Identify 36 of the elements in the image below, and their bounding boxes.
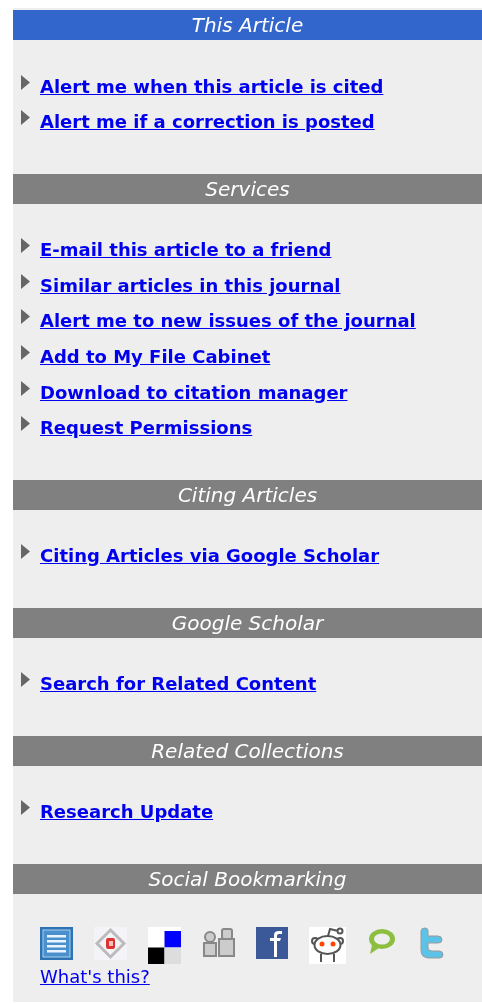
section-header: This Article xyxy=(13,10,482,40)
section-header: Citing Articles xyxy=(13,479,482,510)
robot-icon[interactable] xyxy=(309,926,346,964)
bullet-arrow-icon xyxy=(21,345,30,361)
help-link[interactable]: What's this? xyxy=(40,965,150,987)
link[interactable]: Download to citation manager xyxy=(40,381,348,403)
link[interactable]: Alert me if a correction is posted xyxy=(40,111,375,133)
diamond-badge-icon[interactable] xyxy=(94,926,127,960)
link[interactable]: Research Update xyxy=(40,801,214,823)
section-header: Services xyxy=(13,173,482,204)
section-header: Related Collections xyxy=(13,735,482,766)
bullet-arrow-icon xyxy=(21,309,30,325)
people-icon[interactable] xyxy=(202,926,235,957)
link[interactable]: Search for Related Content xyxy=(40,673,317,695)
link[interactable]: Request Permissions xyxy=(40,417,253,439)
link[interactable]: Add to My File Cabinet xyxy=(40,346,271,368)
link[interactable]: Similar articles in this journal xyxy=(40,274,341,296)
section-header: Social Bookmarking xyxy=(13,863,482,894)
bullet-arrow-icon xyxy=(21,273,30,289)
bullet-arrow-icon xyxy=(21,416,30,432)
link[interactable]: Alert me when this article is cited xyxy=(40,75,384,97)
bullet-arrow-icon xyxy=(21,110,30,126)
bullet-arrow-icon xyxy=(21,238,30,254)
social-logo-icon[interactable] xyxy=(256,926,288,959)
section-header: Google Scholar xyxy=(13,607,482,638)
link[interactable]: Alert me to new issues of the journal xyxy=(40,310,416,332)
bullet-arrow-icon xyxy=(21,74,30,90)
list-icon[interactable] xyxy=(40,926,73,960)
bird-icon[interactable] xyxy=(418,926,444,959)
link[interactable]: E-mail this article to a friend xyxy=(40,239,332,261)
bullet-arrow-icon xyxy=(21,380,30,396)
bullet-arrow-icon xyxy=(21,672,30,688)
bullet-arrow-icon xyxy=(21,544,30,560)
squares-icon[interactable] xyxy=(148,926,181,964)
link[interactable]: Citing Articles via Google Scholar xyxy=(40,545,380,567)
bullet-arrow-icon xyxy=(21,800,30,816)
